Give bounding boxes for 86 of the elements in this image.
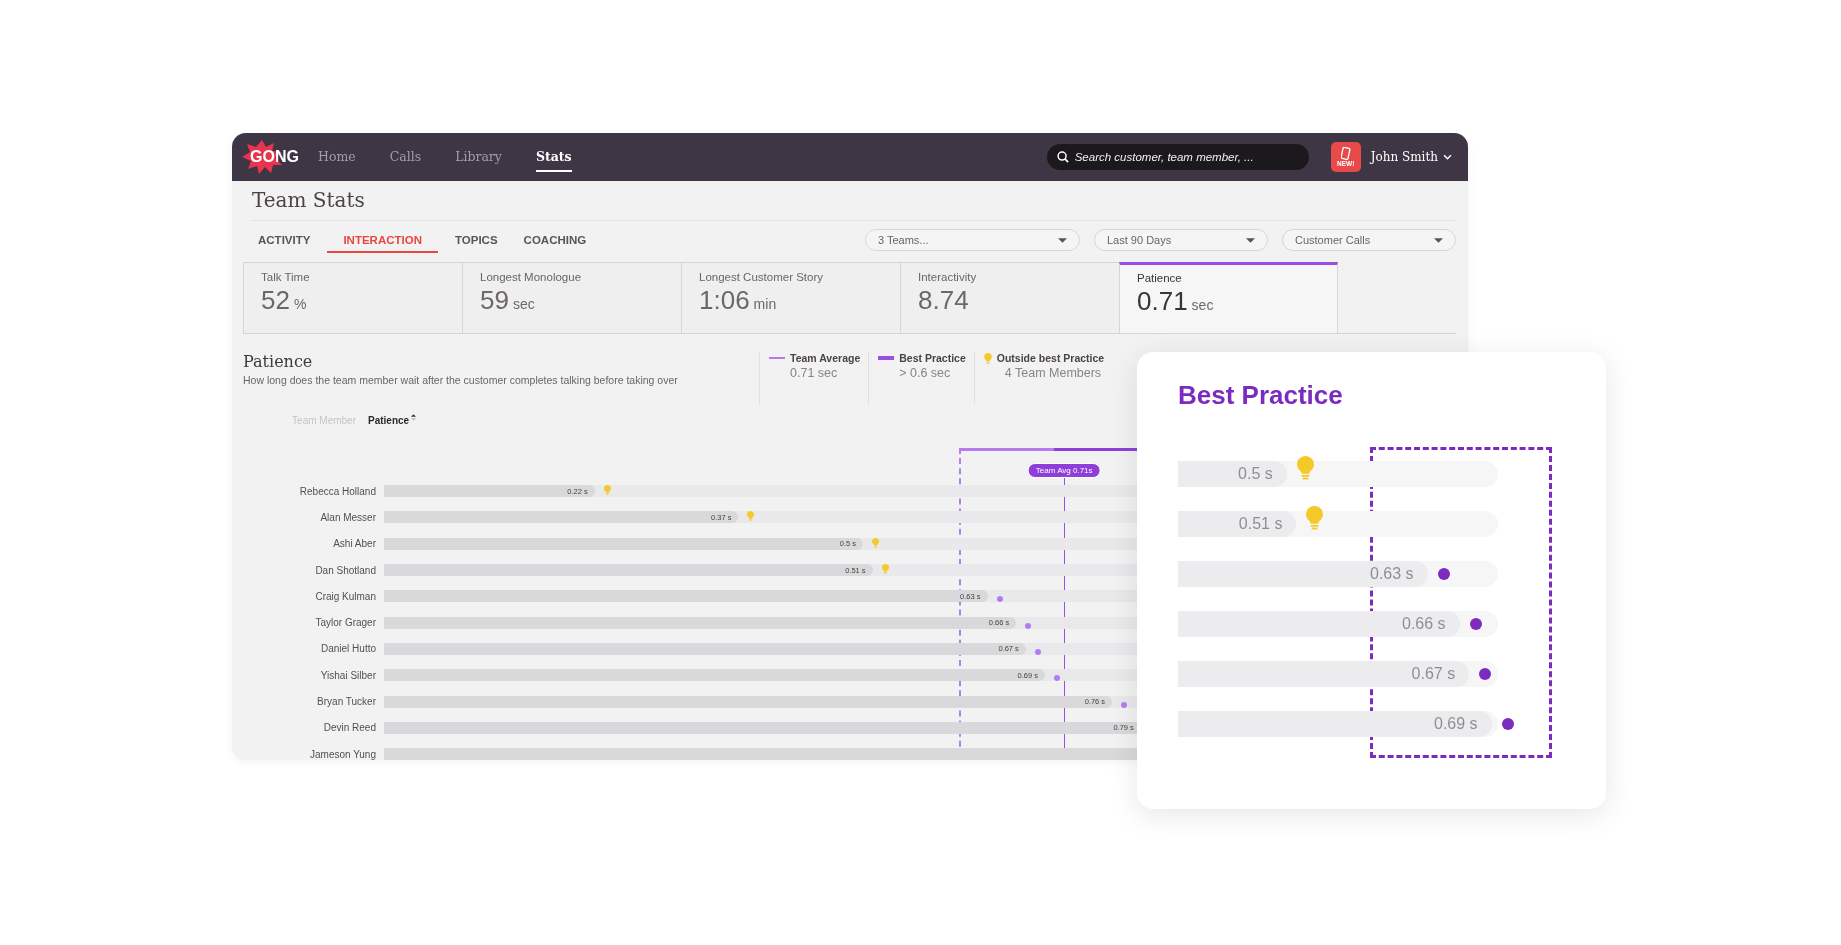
bar-value: 0.63 s	[1370, 565, 1415, 583]
bulb-icon	[1306, 506, 1324, 530]
legend-value: > 0.6 sec	[899, 366, 952, 380]
sort-icon	[411, 413, 417, 421]
average-badge: Team Avg 0.71s	[1027, 463, 1101, 478]
card-title: Best Practice	[1178, 380, 1344, 411]
dot-marker	[1501, 718, 1514, 730]
bulb-icon	[603, 485, 611, 496]
search-icon	[1056, 151, 1069, 163]
chevron-down-icon	[1443, 154, 1452, 160]
stat-card[interactable]: Longest Monologue 59 sec	[462, 262, 681, 333]
user-menu[interactable]: John Smith	[1370, 150, 1452, 164]
bar-value: 0.66 s	[1402, 615, 1447, 633]
caret-icon	[1058, 237, 1067, 243]
member-name: Devin Reed	[322, 722, 377, 734]
member-name: Rebecca Holland	[298, 485, 377, 497]
filter-dropdown[interactable]: Customer Calls	[1282, 229, 1456, 251]
dot-marker	[1025, 622, 1032, 629]
page-title: Team Stats	[252, 181, 1457, 221]
member-name: Ashi Aber	[332, 538, 377, 550]
filter-dropdown[interactable]: 3 Teams...	[865, 229, 1080, 251]
bar-value: 0.67 s	[1411, 665, 1457, 683]
member-name: Yishai Silber	[319, 669, 377, 681]
stat-unit: sec	[1191, 297, 1214, 313]
search-field[interactable]: Search customer, team member, ...	[1046, 144, 1309, 170]
dot-marker	[1054, 675, 1060, 682]
tab[interactable]: TOPICS	[446, 227, 507, 253]
stat-label: Longest Monologue	[480, 271, 583, 283]
search-input[interactable]: Search customer, team member, ...	[1074, 151, 1299, 163]
section-title: Patience	[243, 352, 314, 371]
tab[interactable]: COACHING	[514, 227, 596, 253]
phone-icon	[1340, 147, 1351, 160]
dot-marker	[1034, 648, 1041, 655]
bulb-icon	[881, 564, 889, 575]
stat-card[interactable]: Patience 0.71 sec	[1119, 262, 1338, 333]
nav-link[interactable]: Library	[455, 142, 502, 172]
stat-card[interactable]: Longest Customer Story 1:06 min	[681, 262, 900, 333]
caret-icon	[1434, 237, 1443, 243]
bulb-icon	[747, 511, 755, 522]
legend-label: Best Practice	[899, 352, 966, 364]
dropdown-value: Last 90 Days	[1107, 234, 1172, 246]
legend-value: 4 Team Members	[1004, 366, 1103, 380]
member-name: Bryan Tucker	[316, 696, 377, 707]
member-name: Daniel Hutto	[319, 643, 377, 655]
bulb-icon	[872, 537, 879, 548]
stat-value: 8.74	[918, 285, 969, 315]
stat-label: Longest Customer Story	[699, 271, 824, 283]
nav-link[interactable]: Calls	[389, 142, 422, 172]
tab[interactable]: ACTIVITY	[249, 227, 320, 253]
nav-link[interactable]: Stats	[535, 142, 572, 172]
legend-value: 0.71 sec	[790, 366, 839, 380]
member-name: Craig Kulman	[314, 590, 377, 602]
line-icon	[769, 357, 785, 359]
stat-unit: min	[753, 296, 777, 312]
stat-card[interactable]: Talk Time 52%	[243, 262, 462, 333]
bulb-icon	[1296, 456, 1314, 480]
dropdown-value: 3 Teams...	[878, 234, 929, 246]
member-name: Jameson Yung	[309, 748, 377, 760]
stat-label: Interactivity	[918, 271, 978, 283]
stat-unit: %	[293, 296, 307, 312]
member-name: Taylor Grager	[314, 617, 377, 629]
legend-label: Team Average	[790, 352, 861, 364]
dot-marker	[996, 596, 1003, 603]
member-name: Alan Messer	[319, 511, 377, 523]
member-name: Dan Shotland	[314, 564, 377, 576]
stat-value: 52	[261, 285, 290, 315]
stat-label: Patience	[1137, 272, 1183, 284]
bar-value: 0.69 s	[1434, 715, 1479, 733]
stat-unit: sec	[512, 296, 535, 312]
tab[interactable]: INTERACTION	[327, 227, 438, 253]
stat-value: 1:06	[699, 285, 750, 315]
filter-dropdown[interactable]: Last 90 Days	[1094, 229, 1268, 251]
stat-label: Talk Time	[261, 271, 311, 283]
nav-link[interactable]: Home	[318, 142, 356, 172]
dropdown-value: Customer Calls	[1295, 234, 1371, 246]
stat-card[interactable]: Interactivity 8.74	[900, 262, 1119, 333]
bulb-icon	[983, 352, 992, 364]
stat-value: 59	[480, 285, 509, 315]
user-name: John Smith	[1370, 150, 1438, 164]
section-description: How long does the team member wait after the customer completes talking before taking over	[243, 374, 679, 386]
bar-value: 0.51 s	[1238, 515, 1284, 533]
stat-value: 0.71	[1137, 286, 1188, 316]
legend-label: Outside best Practice	[996, 352, 1105, 364]
dot-marker	[1121, 701, 1128, 708]
caret-icon	[1246, 237, 1255, 243]
bar-value: 0.5 s	[1238, 465, 1274, 483]
